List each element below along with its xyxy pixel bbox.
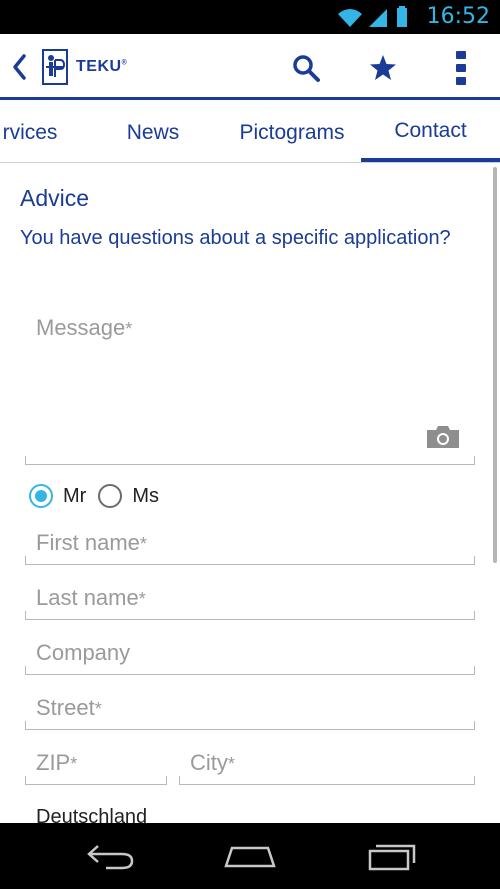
message-field[interactable]: Message* xyxy=(25,309,475,465)
country-dropdown[interactable]: Deutschland xyxy=(25,801,475,823)
country-value: Deutschland xyxy=(36,806,148,823)
zip-field[interactable]: ZIP* xyxy=(25,745,167,785)
message-placeholder: Message* xyxy=(36,315,133,340)
search-button[interactable] xyxy=(286,48,326,88)
battery-icon xyxy=(397,6,407,27)
nav-home-button[interactable] xyxy=(220,839,280,875)
overflow-menu-icon xyxy=(456,51,466,85)
section-subheading: You have questions about a specific appl… xyxy=(20,227,451,249)
signal-icon xyxy=(369,9,387,27)
salutation-radio-group: Mr Ms xyxy=(29,481,171,511)
teku-logo-mark xyxy=(42,49,68,85)
city-field[interactable]: City* xyxy=(179,745,475,785)
tab-services[interactable]: rvices xyxy=(0,103,80,162)
status-time: 16:52 xyxy=(426,4,490,29)
status-bar: 16:52 xyxy=(0,0,500,34)
company-placeholder: Company xyxy=(36,640,131,665)
app-logo[interactable]: TEKU® xyxy=(42,47,127,87)
tab-news[interactable]: News xyxy=(100,103,206,162)
first-name-field[interactable]: First name* xyxy=(25,525,475,565)
radio-mr[interactable] xyxy=(29,484,53,508)
radio-mr-label[interactable]: Mr xyxy=(63,485,86,508)
scrollbar[interactable] xyxy=(493,167,497,563)
street-field[interactable]: Street* xyxy=(25,690,475,730)
recent-apps-icon xyxy=(368,844,416,871)
logo-text: TEKU® xyxy=(76,58,128,75)
overflow-menu-button[interactable] xyxy=(441,48,481,88)
tab-pictograms[interactable]: Pictograms xyxy=(225,103,359,162)
action-bar: TEKU® xyxy=(0,34,500,100)
nav-recents-button[interactable] xyxy=(360,839,420,875)
radio-ms-label[interactable]: Ms xyxy=(132,485,159,508)
nav-back-button[interactable] xyxy=(80,839,140,875)
chevron-left-icon xyxy=(13,54,26,80)
back-arrow-icon xyxy=(87,845,134,870)
last-name-placeholder: Last name* xyxy=(36,585,146,610)
contact-form-content[interactable]: Advice You have questions about a specif… xyxy=(0,163,500,823)
system-nav-bar xyxy=(0,823,500,889)
street-placeholder: Street* xyxy=(36,695,102,720)
zip-placeholder: ZIP* xyxy=(36,750,78,775)
city-placeholder: City* xyxy=(190,750,235,775)
search-icon xyxy=(293,55,320,82)
status-icons xyxy=(338,6,407,27)
last-name-field[interactable]: Last name* xyxy=(25,580,475,620)
radio-ms[interactable] xyxy=(98,484,123,508)
camera-icon[interactable] xyxy=(425,424,461,450)
tab-contact[interactable]: Contact xyxy=(361,103,500,162)
favorite-button[interactable] xyxy=(363,48,403,88)
home-icon xyxy=(224,846,276,868)
tab-bar: rvices News Pictograms Contact xyxy=(0,103,500,163)
section-heading: Advice xyxy=(20,185,90,211)
wifi-icon xyxy=(338,9,362,27)
star-icon xyxy=(370,55,396,80)
company-field[interactable]: Company xyxy=(25,635,475,675)
back-button[interactable] xyxy=(6,48,34,86)
first-name-placeholder: First name* xyxy=(36,530,147,555)
